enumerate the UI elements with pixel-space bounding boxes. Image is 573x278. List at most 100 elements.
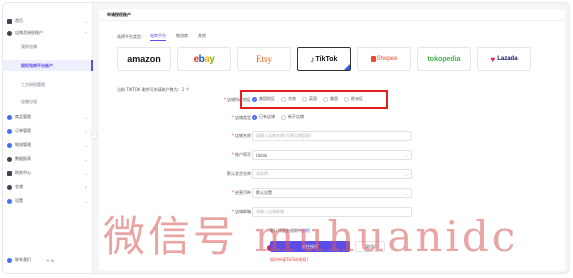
platform-tabs: 电商平台 物流商 其他 [150, 33, 206, 41]
platform-card-tokopedia[interactable]: tokopedia [417, 47, 471, 71]
form-row-currency: * 经营币种 默认设置 ⌄ [99, 186, 565, 200]
sidebar-subitem-label: 三方授权管理 [21, 81, 45, 87]
form-row-account: * 账户简写 tiktok ⌄ [99, 148, 565, 162]
chart-icon [7, 156, 12, 162]
sidebar-subitem-label: 授权电商平台账户 [21, 62, 53, 68]
sidebar: 首页 ⌄ 店铺及授权账户 ⌃ 我的店铺 授权电商平台账户 三方授权管理 店铺分组… [3, 3, 93, 273]
field-label: * 经营币种 [231, 190, 251, 195]
sidebar-item-label: 数据报表 [15, 156, 31, 161]
collapse-sidebar-button[interactable]: ‹ [91, 131, 97, 139]
tab-ecommerce[interactable]: 电商平台 [150, 33, 166, 41]
warehouse-icon [7, 184, 12, 190]
main-panel: 申请授权账户 选择平台类型： 电商平台 物流商 其他 amazon ebay E… [99, 9, 565, 271]
cancel-button[interactable]: 取消 [355, 241, 385, 252]
sidebar-item-store[interactable]: 店铺及授权账户 ⌃ [3, 27, 93, 39]
platform-type-row: 选择平台类型： 电商平台 物流商 其他 [117, 33, 206, 41]
radio-new-shop[interactable]: 新开店铺 [281, 114, 304, 120]
sidebar-item-label: 首页 [15, 18, 23, 23]
sidebar-item-settings[interactable]: 设置 ⌄ [3, 195, 93, 207]
chevron-down-icon: ⌄ [84, 198, 88, 204]
form-row-warehouse: 默认发货仓库 请选择 ⌄ [99, 167, 565, 181]
sidebar-item-home[interactable]: 首页 ⌄ [3, 15, 93, 27]
sidebar-subitem-group[interactable]: 店铺分组 [3, 96, 93, 107]
radio-existing-shop[interactable]: 已有店铺 [252, 114, 275, 120]
chevron-down-icon: ⌄ [84, 114, 88, 120]
platform-logos: amazon ebay Etsy ♪ TikTok Shopee tokopedi… [117, 47, 531, 71]
platform-card-ebay[interactable]: ebay [177, 47, 231, 71]
sidebar-subitem-third-party[interactable]: 三方授权管理 [3, 79, 93, 90]
currency-select[interactable]: 默认设置 ⌄ [252, 188, 412, 198]
shopee-logo: Shopee [370, 56, 397, 62]
field-label: * 店铺类型 [231, 115, 251, 120]
tab-logistics[interactable]: 物流商 [176, 33, 188, 41]
platform-type-label: 选择平台类型： [117, 34, 145, 39]
chevron-down-icon: ⌄ [84, 18, 88, 24]
form-row-shop-name: * 店铺名称 请输入店铺名称(方便后期管理) [99, 129, 565, 143]
shopping-bag-icon [370, 56, 376, 62]
lazada-logo: ♥ Lazada [490, 54, 518, 64]
heart-icon: ♥ [490, 54, 496, 64]
warehouse-select[interactable]: 请选择 ⌄ [252, 169, 412, 179]
tab-other[interactable]: 其他 [198, 33, 206, 41]
chevron-down-icon: ⌄ [404, 190, 408, 196]
gear-icon [7, 198, 12, 204]
sidebar-item-orders[interactable]: 订单管理 ⌄ [3, 125, 93, 137]
platform-card-tiktok[interactable]: ♪ TikTok [297, 47, 351, 71]
sidebar-item-label: 订单管理 [15, 128, 31, 133]
chevron-up-icon: ⌃ [84, 30, 88, 36]
divider [99, 20, 565, 21]
tiktok-logo: ♪ TikTok [310, 54, 338, 64]
sidebar-item-logistics[interactable]: 物流管理 ⌄ [3, 139, 93, 151]
form-row-email: * 店铺邮箱 请输入店铺邮箱 [99, 205, 565, 219]
wallet-icon [7, 170, 12, 176]
grid-icon [7, 18, 12, 24]
shop-type-radio-group: 已有店铺 新开店铺 [252, 114, 304, 120]
field-label: 默认发货仓库 [227, 171, 251, 176]
sidebar-item-warehouse[interactable]: 仓储 ↗ [3, 181, 93, 193]
account-abbr-input[interactable]: tiktok ⌄ [252, 150, 412, 160]
sidebar-item-reports[interactable]: 数据报表 ⌄ [3, 153, 93, 165]
sidebar-item-label: 商品管理 [15, 114, 31, 119]
sidebar-subitem-label: 店铺分组 [21, 98, 37, 104]
chevron-down-icon: ⌄ [404, 152, 408, 158]
sidebar-item-label: 设置 [15, 198, 23, 203]
ebay-logo: ebay [193, 53, 215, 65]
platform-card-lazada[interactable]: ♥ Lazada [477, 47, 531, 71]
sidebar-subitem-authorize[interactable]: 授权电商平台账户 [3, 60, 93, 71]
sidebar-item-products[interactable]: 商品管理 ⌄ [3, 111, 93, 123]
field-label: * 店铺名称 [231, 133, 251, 138]
sidebar-subitem-label: 我的店铺 [21, 43, 37, 49]
form-row-shop-type: * 店铺类型 已有店铺 新开店铺 [99, 111, 565, 125]
chevron-down-icon: ⌄ [84, 142, 88, 148]
contact-us-link[interactable]: 联系我们 [15, 257, 31, 263]
go-authorize-button[interactable]: 前往授权 [270, 241, 350, 252]
shop-email-input[interactable]: 请输入店铺邮箱 [252, 207, 412, 217]
sidebar-item-label: 店铺及授权账户 [15, 30, 43, 35]
tokopedia-logo: tokopedia [427, 55, 461, 63]
amazon-logo: amazon [127, 54, 161, 64]
platform-card-etsy[interactable]: Etsy [237, 47, 291, 71]
platform-card-shopee[interactable]: Shopee [357, 47, 411, 71]
order-icon [7, 128, 12, 134]
sidebar-item-label: 仓储 [15, 184, 23, 189]
platform-card-amazon[interactable]: amazon [117, 47, 171, 71]
sidebar-footer: 联系我们 ⟲ ⊞ [7, 257, 54, 263]
field-label: * 账户简写 [231, 152, 251, 157]
chevron-down-icon: ⌄ [404, 171, 408, 177]
sidebar-item-label: 财务中心 [15, 170, 31, 175]
box-icon [7, 114, 12, 120]
region-highlight-box [240, 90, 388, 109]
chevron-down-icon: ⌄ [84, 128, 88, 134]
truck-icon [7, 142, 12, 148]
contact-icon [7, 257, 12, 263]
shop-name-input[interactable]: 请输入店铺名称(方便后期管理) [252, 131, 412, 141]
page-title: 申请授权账户 [107, 12, 131, 17]
chevron-down-icon: ⌄ [84, 170, 88, 176]
app-window: 首页 ⌄ 店铺及授权账户 ⌃ 我的店铺 授权电商平台账户 三方授权管理 店铺分组… [2, 2, 570, 274]
footer-controls[interactable]: ⟲ ⊞ [46, 258, 54, 263]
store-icon [7, 30, 12, 36]
sidebar-subitem-my-store[interactable]: 我的店铺 [3, 41, 93, 52]
sidebar-item-finance[interactable]: 财务中心 ⌄ [3, 167, 93, 179]
music-note-icon: ♪ [310, 54, 315, 64]
help-link[interactable]: 如何申请TikTok授权? [270, 257, 308, 263]
